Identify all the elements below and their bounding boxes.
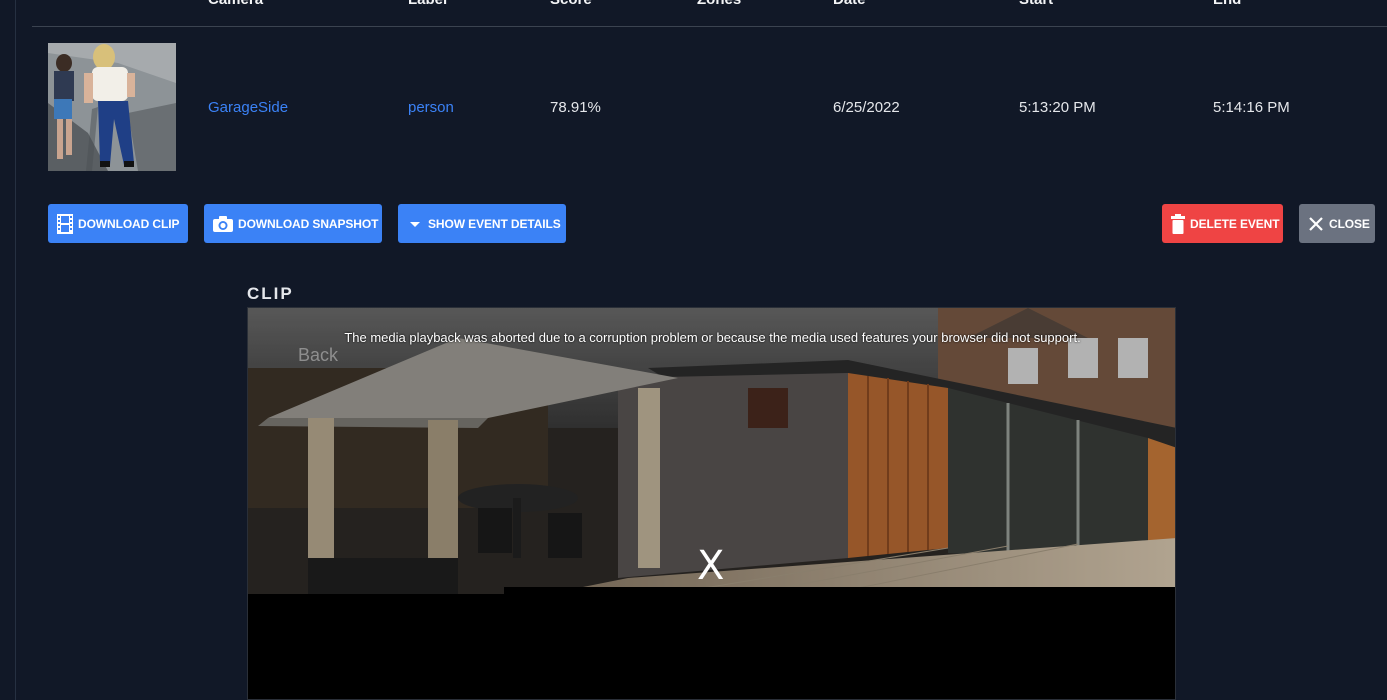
delete-event-label: Delete Event — [1190, 216, 1280, 231]
close-button[interactable]: Close — [1299, 204, 1375, 243]
close-label: Close — [1329, 216, 1370, 231]
frame-cut — [504, 587, 1175, 597]
download-clip-label: Download Clip — [78, 216, 180, 231]
download-snapshot-button[interactable]: Download Snapshot — [204, 204, 382, 243]
trash-icon — [1171, 213, 1185, 234]
download-clip-button[interactable]: Download Clip — [48, 204, 188, 243]
camera-link[interactable]: GarageSide — [208, 99, 288, 116]
close-icon — [1309, 216, 1323, 231]
show-event-details-button[interactable]: Show Event Details — [398, 204, 566, 243]
table-row: GarageSide person 78.91% 6/25/2022 5:13:… — [32, 27, 1387, 187]
start-value: 5:13:20 PM — [1019, 99, 1096, 116]
clip-section-title: CLIP — [247, 284, 294, 303]
film-icon — [57, 213, 73, 234]
end-value: 5:14:16 PM — [1213, 99, 1290, 116]
events-table-header: Camera Label Score Zones Date Start End — [32, 0, 1387, 27]
player-back-link[interactable]: Back — [298, 345, 338, 366]
clip-video-player[interactable]: The media playback was aborted due to a … — [247, 307, 1176, 700]
header-date: Date — [833, 0, 866, 8]
label-link[interactable]: person — [408, 99, 454, 116]
header-score: Score — [550, 0, 592, 8]
playback-error-message: The media playback was aborted due to a … — [344, 330, 1081, 345]
sidebar-rail — [0, 0, 16, 700]
header-label: Label — [408, 0, 447, 8]
caret-down-icon — [410, 221, 420, 227]
score-value: 78.91% — [550, 99, 601, 116]
header-camera: Camera — [208, 0, 263, 8]
delete-event-button[interactable]: Delete Event — [1162, 204, 1283, 243]
show-event-details-label: Show Event Details — [428, 216, 561, 231]
camera-icon — [213, 215, 233, 232]
date-value: 6/25/2022 — [833, 99, 900, 116]
event-thumbnail[interactable] — [48, 43, 176, 171]
download-snapshot-label: Download Snapshot — [238, 216, 379, 231]
header-start: Start — [1019, 0, 1053, 8]
header-end: End — [1213, 0, 1241, 8]
header-zones: Zones — [697, 0, 741, 8]
player-close-x[interactable]: X — [697, 546, 724, 586]
